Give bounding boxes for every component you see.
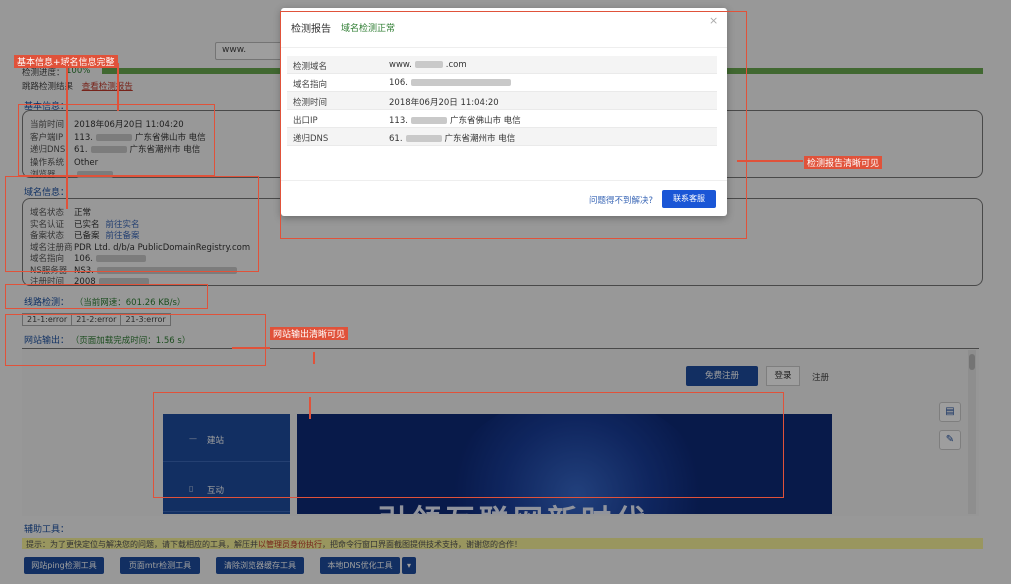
annotation-box-speed — [5, 284, 208, 309]
annotation-box-preview — [153, 392, 784, 498]
annotation-box-basic — [18, 104, 215, 176]
annotation-line — [737, 160, 803, 162]
page: www. 检测进度： 100% 跳路检测结果 查看检测报告 基本信息： 当前时间… — [0, 0, 1011, 584]
annotation-label-report: 检测报告清晰可见 — [804, 156, 883, 169]
annotation-box-report — [280, 11, 747, 239]
annotation-line — [313, 352, 315, 364]
annotation-line — [232, 347, 270, 349]
annotation-box-output — [5, 314, 266, 366]
annotation-label-output: 网站输出清晰可见 — [270, 327, 349, 340]
annotation-box-domain — [5, 176, 259, 272]
annotation-line — [309, 397, 311, 419]
